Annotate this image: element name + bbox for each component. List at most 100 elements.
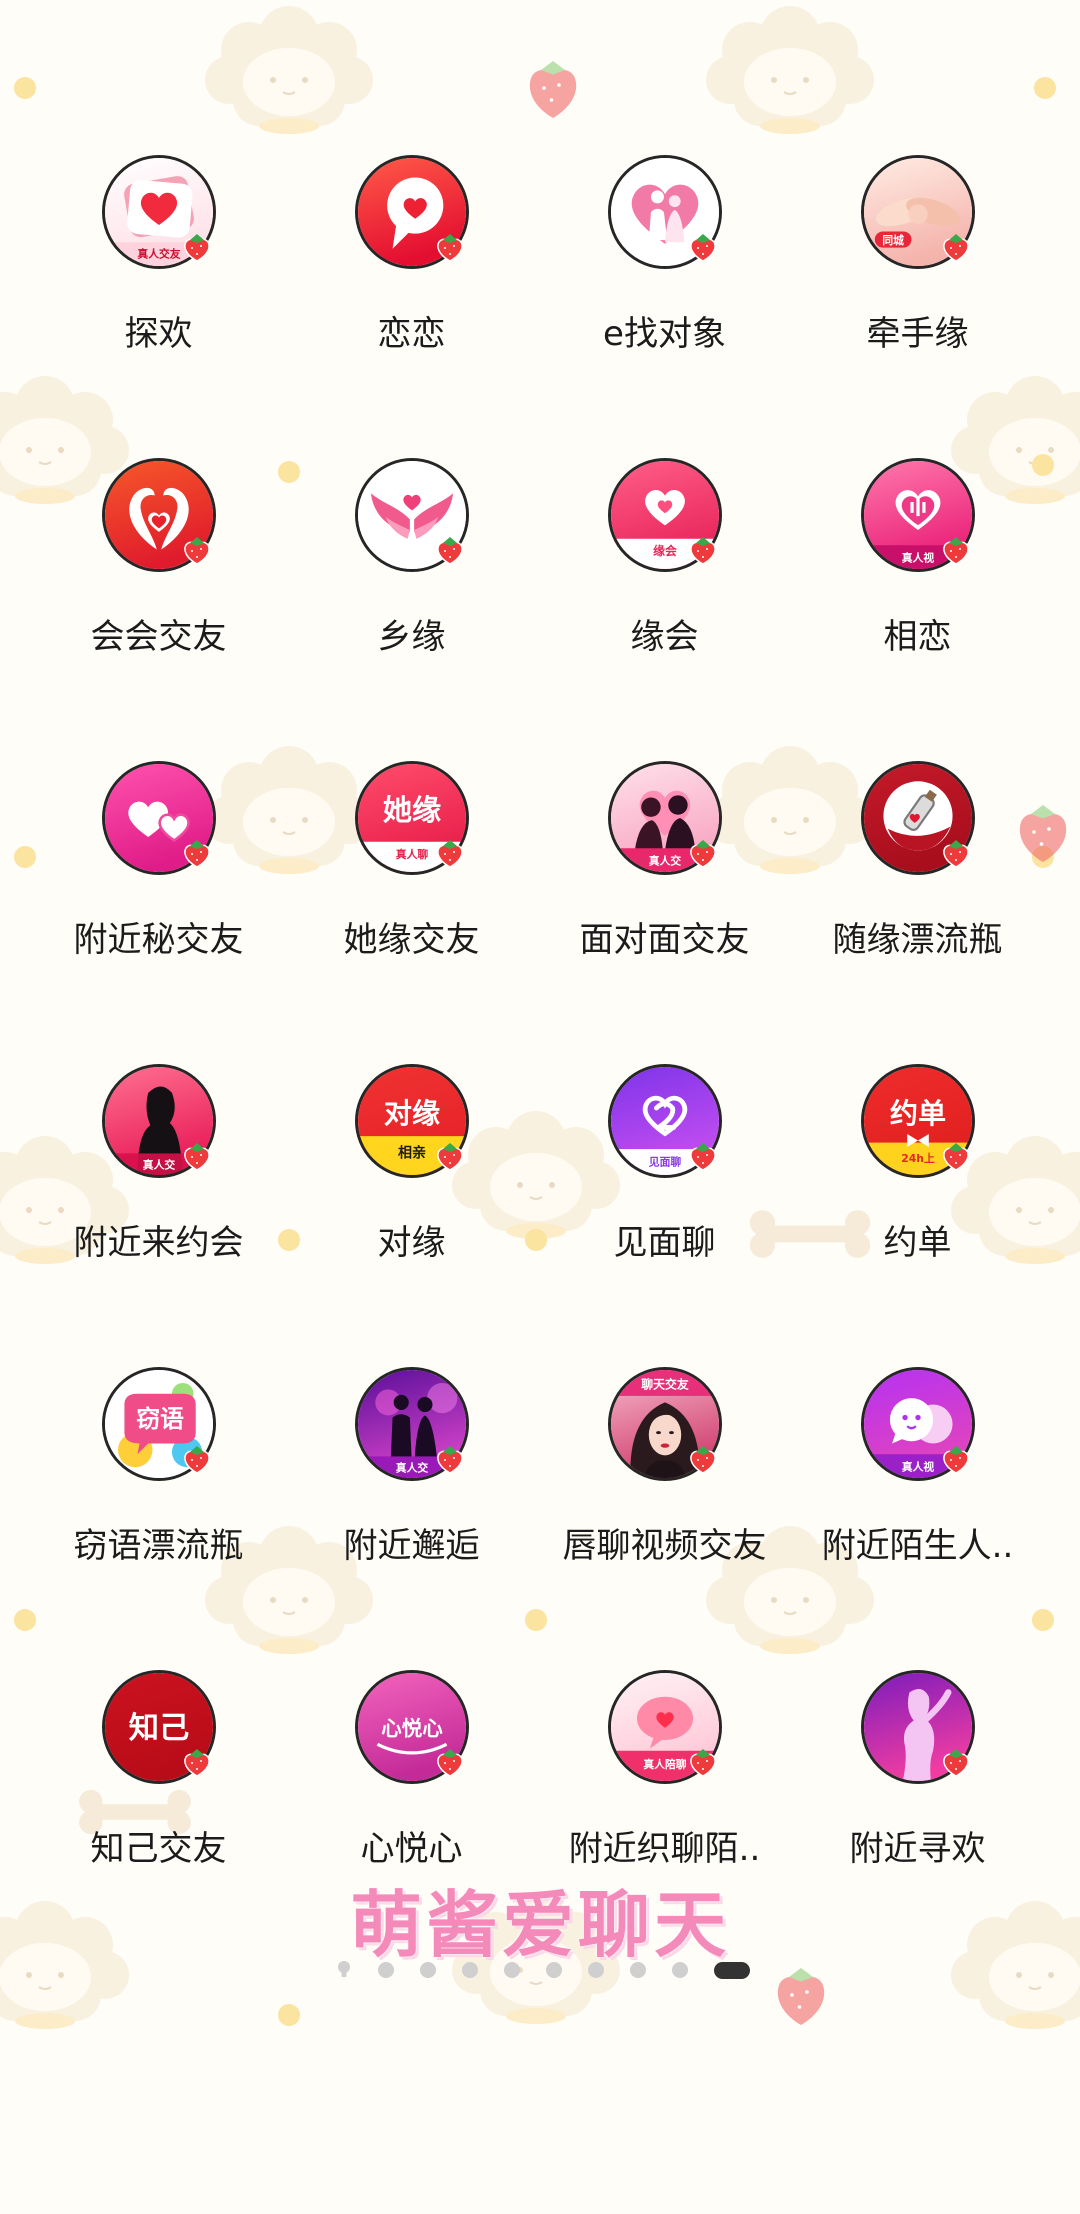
app-label: 她缘交友 — [343, 920, 480, 960]
icon-text: 缘会 — [653, 544, 677, 558]
app-label: 附近秘交友 — [73, 920, 244, 960]
app-shortcut[interactable]: 对缘 相亲 对缘 — [285, 1064, 538, 1367]
page-dot-active[interactable] — [714, 1961, 750, 1979]
app-icon[interactable]: 真人视 — [860, 458, 975, 572]
icon-text: 真人交 — [142, 1158, 175, 1172]
app-icon[interactable]: 真人交 — [354, 1367, 469, 1481]
lightbulb-icon[interactable] — [336, 1960, 352, 1980]
app-shortcut[interactable]: 她缘 真人聊 她缘交友 — [285, 761, 538, 1064]
icon-text: 真人视 — [901, 550, 934, 564]
page-dot[interactable] — [588, 1962, 604, 1978]
app-shortcut[interactable]: 会会交友 — [32, 458, 285, 761]
app-shortcut[interactable]: 见面聊 见面聊 — [538, 1064, 791, 1367]
strawberry-badge — [940, 1443, 972, 1475]
app-shortcut[interactable]: 真人视 附近陌生人.. — [791, 1367, 1044, 1670]
app-label: 唇聊视频交友 — [562, 1526, 767, 1566]
app-label: 对缘 — [377, 1223, 446, 1263]
page-indicator[interactable] — [336, 1960, 750, 1980]
app-shortcut[interactable]: 真人交 面对面交友 — [538, 761, 791, 1064]
app-icon[interactable] — [860, 1670, 975, 1784]
app-icon[interactable] — [860, 761, 975, 875]
strawberry-badge — [940, 1746, 972, 1778]
page-dot[interactable] — [378, 1962, 394, 1978]
strawberry-badge-icon — [436, 234, 463, 262]
app-shortcut[interactable]: 乡缘 — [285, 458, 538, 761]
app-icon[interactable] — [101, 458, 216, 572]
app-icon[interactable] — [607, 155, 722, 269]
app-icon[interactable]: 约单 24h上 — [860, 1064, 975, 1178]
app-label: 附近邂逅 — [343, 1526, 480, 1566]
app-icon[interactable]: 真人陪聊 — [607, 1670, 722, 1784]
app-label: 面对面交友 — [579, 920, 750, 960]
app-shortcut[interactable]: 窃语 窃语漂流瓶 — [32, 1367, 285, 1670]
app-icon[interactable] — [354, 155, 469, 269]
app-shortcut[interactable]: 真人视 相恋 — [791, 458, 1044, 761]
app-icon[interactable]: 她缘 真人聊 — [354, 761, 469, 875]
strawberry-badge-icon — [183, 234, 210, 262]
icon-text: 同城 — [882, 233, 904, 247]
app-icon[interactable]: 心悦心 — [354, 1670, 469, 1784]
strawberry-badge — [434, 1746, 466, 1778]
page-dot[interactable] — [630, 1962, 646, 1978]
strawberry-badge-icon — [436, 1446, 463, 1474]
app-shortcut[interactable]: 真人交友 探欢 — [32, 155, 285, 458]
app-icon[interactable]: 真人交友 — [101, 155, 216, 269]
app-shortcut[interactable]: 同城 牵手缘 — [791, 155, 1044, 458]
page-dot[interactable] — [672, 1962, 688, 1978]
page-dot[interactable] — [420, 1962, 436, 1978]
app-label: 乡缘 — [377, 617, 446, 657]
app-icon[interactable]: 同城 — [860, 155, 975, 269]
app-icon[interactable]: 知己 — [101, 1670, 216, 1784]
app-shortcut[interactable]: 附近秘交友 — [32, 761, 285, 1064]
icon-text: 窃语 — [136, 1405, 184, 1433]
icon-text: 相亲 — [397, 1145, 425, 1162]
strawberry-badge — [687, 1140, 719, 1172]
strawberry-badge — [687, 837, 719, 869]
strawberry-badge-icon — [689, 537, 716, 565]
strawberry-badge-icon — [436, 840, 463, 868]
app-icon[interactable]: 聊天交友 — [607, 1367, 722, 1481]
strawberry-badge — [940, 837, 972, 869]
app-shortcut[interactable]: 聊天交友 唇聊视频交友 — [538, 1367, 791, 1670]
app-shortcut[interactable]: 约单 24h上 约单 — [791, 1064, 1044, 1367]
app-icon[interactable]: 窃语 — [101, 1367, 216, 1481]
app-label: e找对象 — [603, 314, 726, 354]
app-icon[interactable]: 对缘 相亲 — [354, 1064, 469, 1178]
app-icon[interactable]: 真人视 — [860, 1367, 975, 1481]
strawberry-badge-icon — [689, 1749, 716, 1777]
app-icon[interactable]: 真人交 — [607, 761, 722, 875]
page-dot[interactable] — [504, 1962, 520, 1978]
app-label: 牵手缘 — [866, 314, 969, 354]
icon-text: 约单 — [889, 1097, 945, 1130]
app-label: 心悦心 — [360, 1829, 463, 1869]
app-shortcut[interactable]: 随缘漂流瓶 — [791, 761, 1044, 1064]
app-icon[interactable] — [101, 761, 216, 875]
app-shortcut[interactable]: 缘会 缘会 — [538, 458, 791, 761]
app-icon[interactable]: 见面聊 — [607, 1064, 722, 1178]
page-dot[interactable] — [462, 1962, 478, 1978]
strawberry-badge — [181, 837, 213, 869]
icon-text: 对缘 — [383, 1097, 439, 1130]
strawberry-badge-icon — [942, 840, 969, 868]
page-dot[interactable] — [546, 1962, 562, 1978]
app-label: 附近陌生人.. — [821, 1526, 1014, 1566]
strawberry-badge-icon — [942, 1446, 969, 1474]
app-label: 窃语漂流瓶 — [73, 1526, 244, 1566]
icon-text: 聊天交友 — [641, 1377, 689, 1391]
app-shortcut[interactable]: 真人交 附近邂逅 — [285, 1367, 538, 1670]
app-icon[interactable]: 缘会 — [607, 458, 722, 572]
app-shortcut[interactable]: e找对象 — [538, 155, 791, 458]
app-shortcut[interactable]: 恋恋 — [285, 155, 538, 458]
app-icon[interactable]: 真人交 — [101, 1064, 216, 1178]
app-icon[interactable] — [354, 458, 469, 572]
app-shortcut[interactable]: 真人交 附近来约会 — [32, 1064, 285, 1367]
icon-text: 24h上 — [901, 1151, 935, 1165]
strawberry-badge — [181, 1746, 213, 1778]
strawberry-badge-icon — [689, 234, 716, 262]
app-label: 相恋 — [883, 617, 952, 657]
strawberry-badge — [434, 534, 466, 566]
icon-text: 真人交 — [395, 1461, 428, 1475]
icon-text: 真人交 — [648, 853, 681, 867]
strawberry-badge-icon — [942, 234, 969, 262]
strawberry-badge — [434, 231, 466, 263]
